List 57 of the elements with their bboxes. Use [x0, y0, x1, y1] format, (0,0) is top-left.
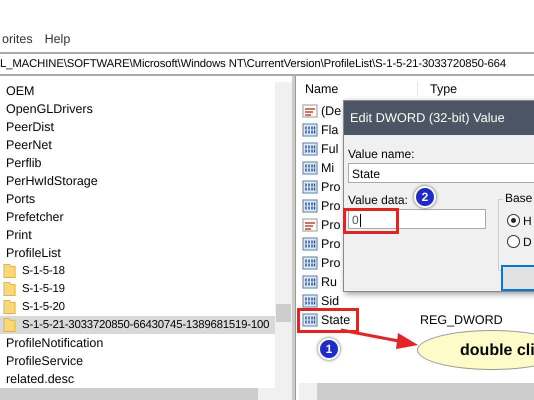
column-header[interactable]: Type [418, 82, 458, 96]
field-label: Value data: [348, 192, 408, 209]
radio-button[interactable] [507, 214, 520, 227]
highlight-frame [297, 308, 359, 333]
binary-value-icon [302, 236, 318, 252]
value-name[interactable]: State [321, 312, 417, 326]
callout-bubble: double cli [417, 330, 534, 370]
folder-icon [3, 299, 16, 315]
tree-item[interactable]: ProfileService [0, 352, 275, 370]
tree-item[interactable]: OEM [0, 82, 275, 100]
binary-value-icon [302, 274, 318, 290]
string-value-icon [302, 102, 318, 118]
folder-icon [3, 263, 16, 279]
binary-value-icon [302, 160, 318, 176]
tree-item[interactable]: Print [0, 226, 275, 244]
tree-item[interactable]: S-1-5-18 [22, 265, 65, 277]
menu-item[interactable]: Help [44, 32, 70, 52]
binary-value-icon [302, 198, 318, 214]
tree-item[interactable]: related.desc [0, 370, 275, 388]
radio-label[interactable]: D [523, 234, 532, 248]
tree-item[interactable]: ProfileList [0, 244, 275, 262]
step-badge: 1 [318, 338, 340, 360]
highlight-frame [343, 208, 399, 234]
tree-item[interactable]: OpenGLDrivers [0, 100, 275, 118]
binary-value-icon [302, 254, 318, 270]
tree-item[interactable]: PeerNet [0, 136, 275, 154]
horizontal-scrollbar[interactable] [0, 388, 292, 400]
tree-item[interactable]: S-1-5-20 [22, 301, 65, 313]
tree-item[interactable]: Perflib [0, 154, 275, 172]
string-value-icon [302, 216, 318, 232]
dialog-title: Edit DWORD (32-bit) Value [344, 101, 534, 135]
value-name[interactable]: Sid [321, 294, 417, 308]
tree-item[interactable]: PeerDist [0, 118, 275, 136]
tree-item[interactable]: Prefetcher [0, 208, 275, 226]
folder-icon [3, 317, 16, 333]
value-type: REG_DWORD [420, 312, 503, 326]
vertical-scrollbar[interactable] [275, 82, 292, 388]
group-label: Base [503, 191, 534, 205]
binary-value-icon [302, 292, 318, 308]
radio-label[interactable]: H [523, 214, 532, 228]
tree-item[interactable]: PerHwIdStorage [0, 172, 275, 190]
radio-button[interactable] [507, 235, 520, 248]
value-name-field[interactable]: State [348, 163, 534, 183]
folder-icon [3, 281, 16, 297]
tree-item[interactable]: ProfileNotification [0, 334, 275, 352]
value-data-field[interactable]: 0 [348, 209, 486, 229]
tree-item[interactable]: S-1-5-19 [22, 283, 65, 295]
binary-value-icon [302, 122, 318, 138]
binary-value-icon [302, 140, 318, 156]
menu-item[interactable]: orites [2, 32, 33, 52]
address-bar[interactable]: L_MACHINE\SOFTWARE\Microsoft\Windows NT\CurrentVersion\ProfileList\S-1-5-21-3033720850-664 [0, 52, 534, 76]
binary-value-icon [302, 312, 318, 328]
horizontal-scrollbar[interactable] [299, 383, 534, 400]
field-label: Value name: [348, 146, 414, 163]
binary-value-icon [302, 178, 318, 194]
column-header[interactable]: Name [299, 82, 418, 96]
tree-item[interactable]: Ports [0, 190, 275, 208]
